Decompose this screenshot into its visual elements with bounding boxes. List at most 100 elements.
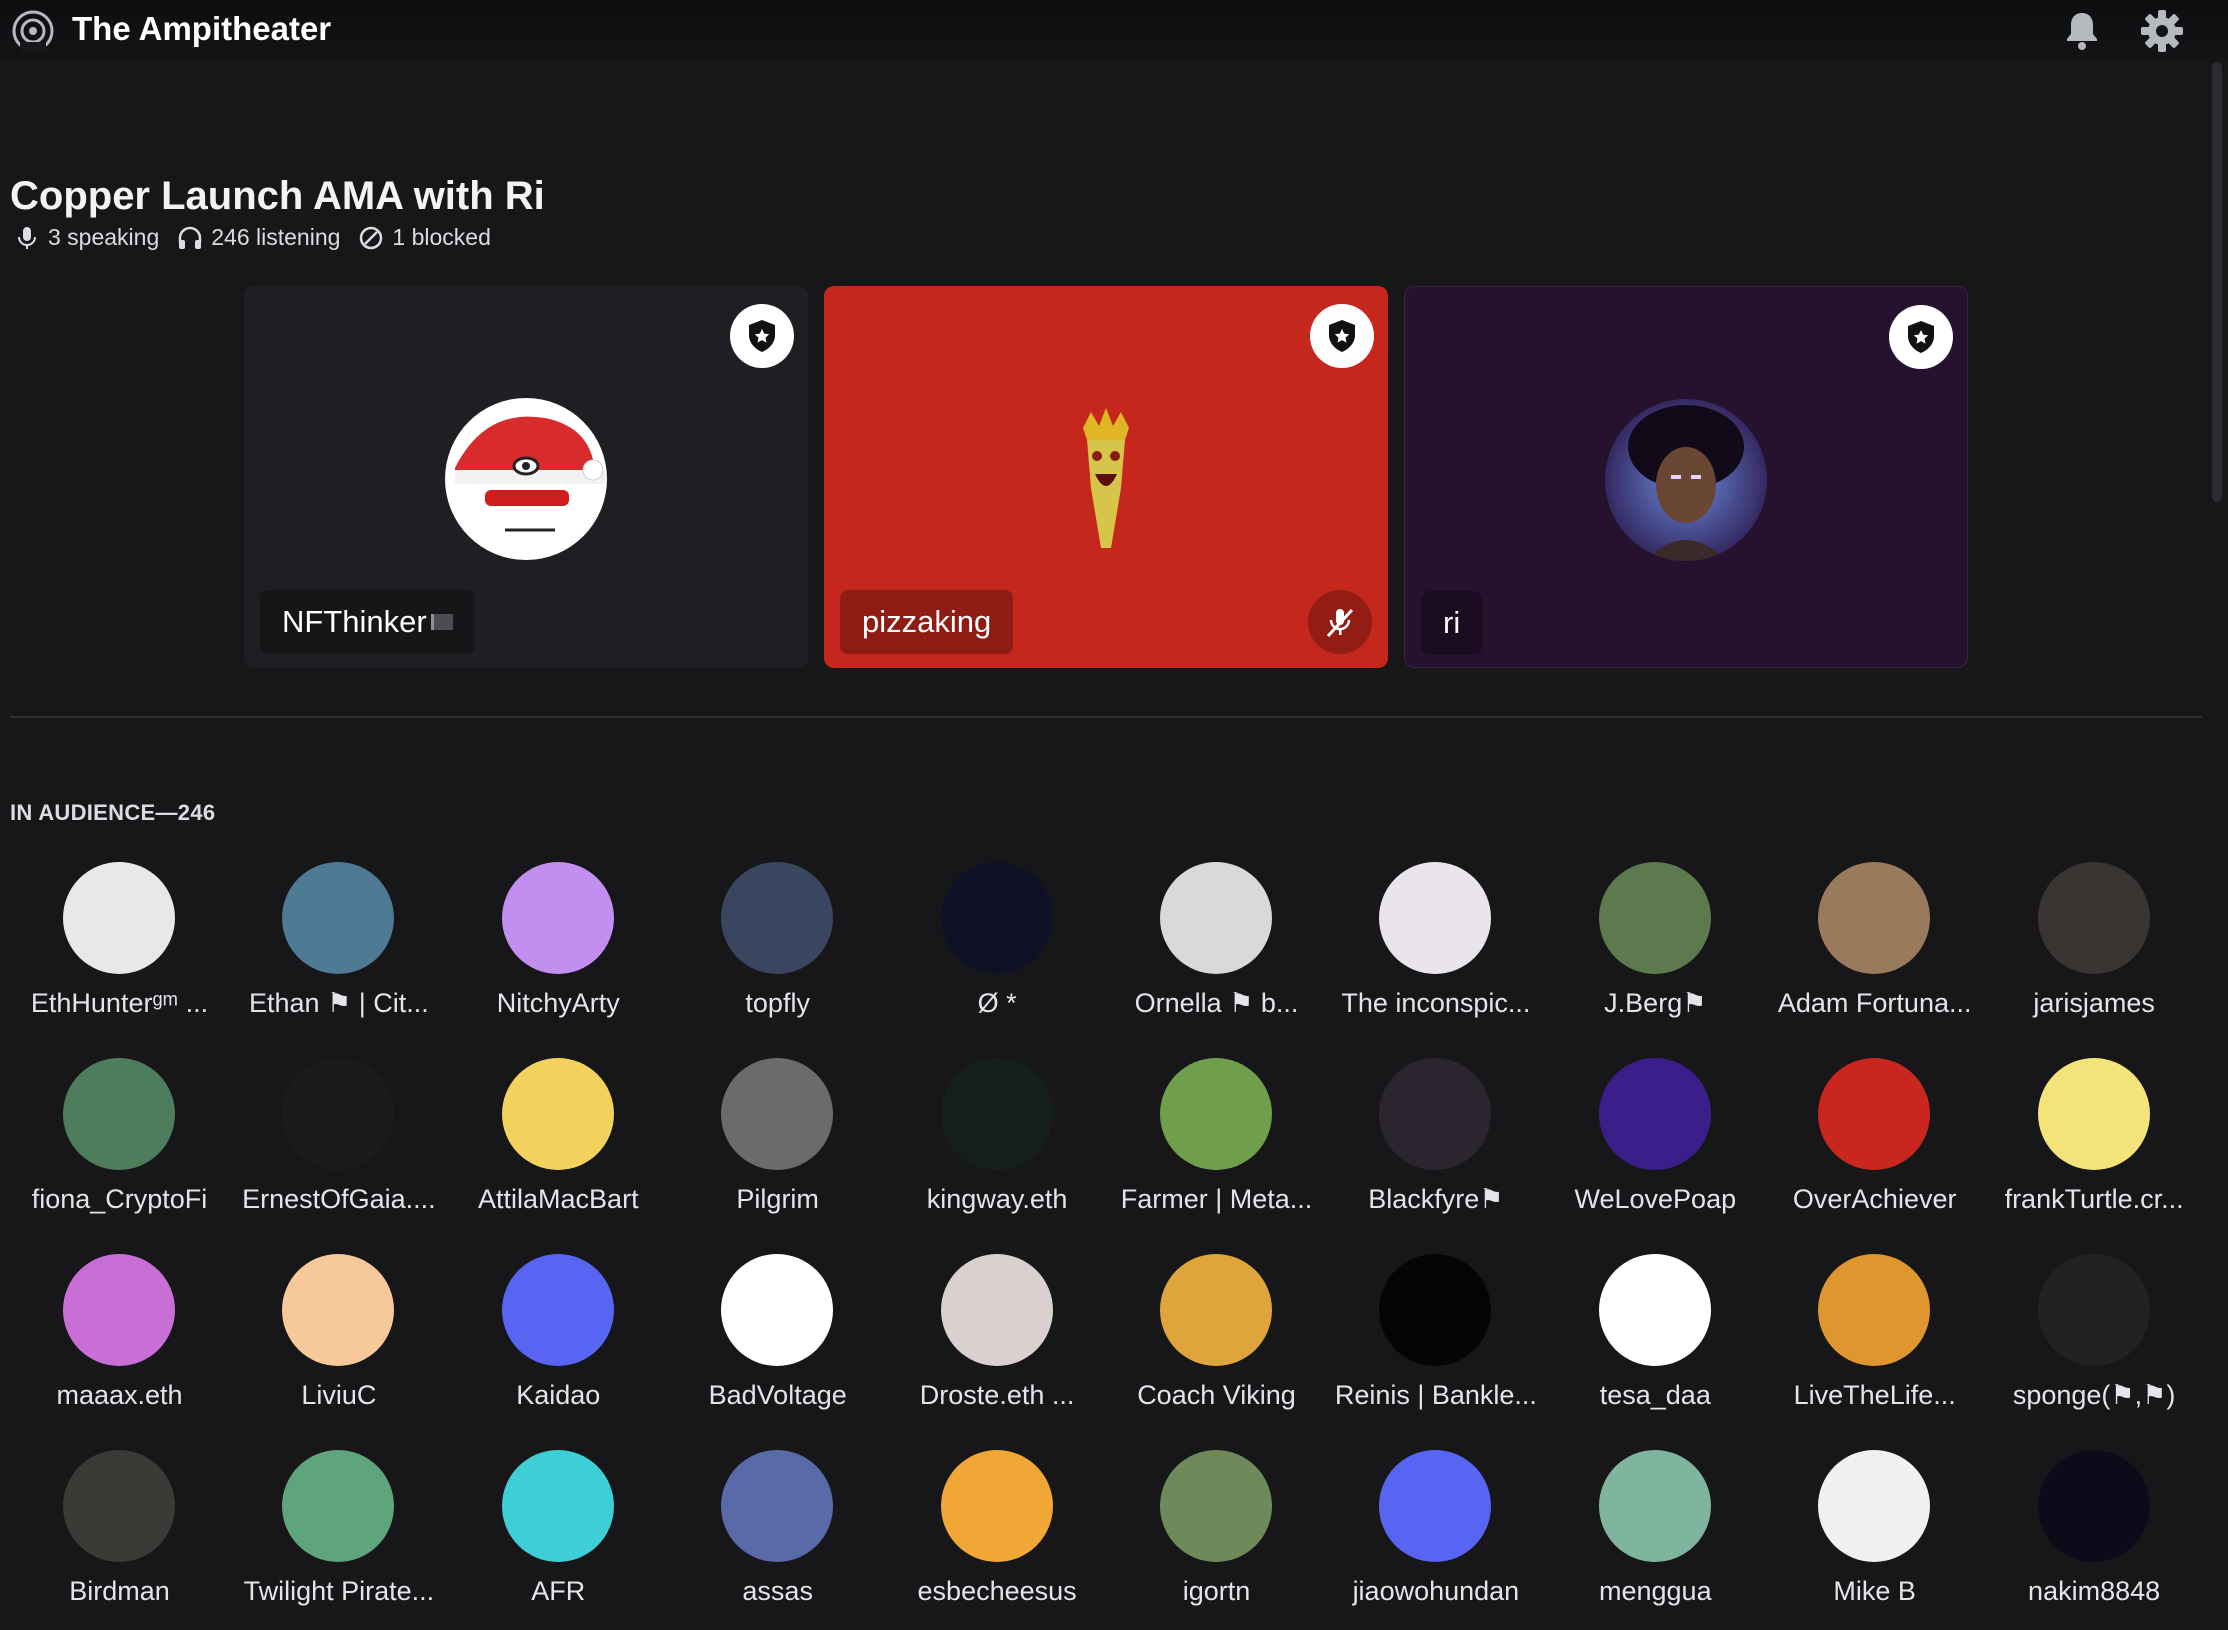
audience-member[interactable]: ErnestOfGaia.... (229, 1054, 448, 1244)
member-avatar[interactable] (63, 862, 175, 974)
member-avatar[interactable] (2037, 1254, 2150, 1366)
member-avatar[interactable] (940, 1058, 1053, 1170)
audience-member[interactable]: Ethan ⚑ | Cit... (229, 858, 448, 1048)
speaker-avatar[interactable] (1605, 399, 1767, 561)
audience-member[interactable]: NitchyArty (449, 858, 668, 1048)
member-avatar[interactable] (1598, 1254, 1711, 1366)
member-avatar[interactable] (282, 1058, 395, 1170)
member-avatar[interactable] (2037, 1450, 2150, 1562)
member-avatar[interactable] (63, 1058, 175, 1170)
audience-member[interactable]: Kaidao (449, 1250, 668, 1440)
member-avatar[interactable] (1379, 1254, 1492, 1366)
speaker-card[interactable]: ri (1404, 286, 1968, 668)
member-avatar[interactable] (1160, 862, 1272, 974)
member-name: fiona_CryptoFi (31, 1184, 208, 1214)
audience-member[interactable]: jarisjames (1985, 858, 2204, 1048)
audience-member[interactable]: Reinis | Bankle... (1326, 1250, 1545, 1440)
audience-member[interactable]: Ø * (888, 858, 1107, 1048)
member-avatar[interactable] (721, 1450, 834, 1562)
speaker-card[interactable]: pizzaking (824, 286, 1388, 668)
member-avatar[interactable] (721, 1254, 834, 1366)
member-avatar[interactable] (501, 1058, 614, 1170)
speaker-card[interactable]: NFThinker (244, 286, 808, 668)
member-avatar[interactable] (1818, 1254, 1931, 1366)
audience-member[interactable]: maaax.eth (10, 1250, 229, 1440)
member-avatar[interactable] (721, 862, 834, 974)
audience-member[interactable]: kingway.eth (888, 1054, 1107, 1244)
speaker-avatar[interactable] (1025, 398, 1187, 560)
audience-member[interactable]: sponge(⚑,⚑) (1985, 1250, 2204, 1440)
audience-member[interactable]: Ornella ⚑ b... (1107, 858, 1326, 1048)
member-avatar[interactable] (1379, 1058, 1492, 1170)
audience-member[interactable]: J.Berg⚑ (1546, 858, 1765, 1048)
member-avatar[interactable] (721, 1058, 834, 1170)
audience-member[interactable]: Droste.eth ... (888, 1250, 1107, 1440)
audience-member[interactable]: jiaowohundan (1326, 1446, 1545, 1630)
member-avatar[interactable] (1818, 862, 1931, 974)
audience-member[interactable]: assas (668, 1446, 887, 1630)
member-avatar[interactable] (1818, 1450, 1931, 1562)
member-avatar[interactable] (282, 1254, 395, 1366)
member-name: frankTurtle.cr... (2004, 1184, 2184, 1214)
speaker-avatar[interactable] (445, 398, 607, 560)
member-avatar[interactable] (940, 1450, 1053, 1562)
member-avatar[interactable] (1818, 1058, 1931, 1170)
audience-header: IN AUDIENCE—246 (10, 800, 216, 825)
audience-member[interactable]: fiona_CryptoFi (10, 1054, 229, 1244)
member-avatar[interactable] (1160, 1450, 1272, 1562)
member-avatar[interactable] (63, 1254, 175, 1366)
member-name: AttilaMacBart (478, 1184, 639, 1214)
audience-member[interactable]: frankTurtle.cr... (1985, 1054, 2204, 1244)
gear-icon[interactable] (2139, 8, 2185, 54)
speaker-name: pizzaking (840, 590, 1014, 654)
member-avatar[interactable] (1598, 862, 1711, 974)
audience-member[interactable]: BadVoltage (668, 1250, 887, 1440)
member-avatar[interactable] (1379, 862, 1492, 974)
audience-member[interactable]: menggua (1546, 1446, 1765, 1630)
audience-member[interactable]: Twilight Pirate... (229, 1446, 448, 1630)
audience-member[interactable]: Farmer | Meta... (1107, 1054, 1326, 1244)
member-name: Birdman (69, 1576, 170, 1606)
member-avatar[interactable] (501, 1450, 614, 1562)
audience-member[interactable]: AFR (449, 1446, 668, 1630)
scrollbar[interactable] (2212, 62, 2222, 502)
audience-member[interactable]: OverAchiever (1765, 1054, 1984, 1244)
audience-member[interactable]: LiviuC (229, 1250, 448, 1440)
member-avatar[interactable] (63, 1450, 175, 1562)
member-avatar[interactable] (501, 862, 614, 974)
audience-member[interactable]: tesa_daa (1546, 1250, 1765, 1440)
member-avatar[interactable] (1598, 1058, 1711, 1170)
audience-member[interactable]: topfly (668, 858, 887, 1048)
member-name: menggua (1599, 1576, 1712, 1606)
member-avatar[interactable] (501, 1254, 614, 1366)
audience-member[interactable]: AttilaMacBart (449, 1054, 668, 1244)
member-avatar[interactable] (1379, 1450, 1492, 1562)
audience-member[interactable]: Birdman (10, 1446, 229, 1630)
audience-member[interactable]: WeLovePoap (1546, 1054, 1765, 1244)
blocked-icon (360, 226, 383, 249)
audience-member[interactable]: igortn (1107, 1446, 1326, 1630)
speaking-count: 3 speaking (14, 224, 159, 251)
member-avatar[interactable] (2037, 1058, 2150, 1170)
stage-title: Copper Launch AMA with Ri (10, 174, 545, 218)
audience-member[interactable]: Adam Fortuna... (1765, 858, 1984, 1048)
audience-member[interactable]: esbecheesus (888, 1446, 1107, 1630)
audience-member[interactable]: EthHunterᵍᵐ ... (10, 858, 229, 1048)
member-avatar[interactable] (282, 862, 395, 974)
member-avatar[interactable] (1160, 1058, 1272, 1170)
member-avatar[interactable] (940, 1254, 1053, 1366)
audience-member[interactable]: Coach Viking (1107, 1250, 1326, 1440)
member-avatar[interactable] (1160, 1254, 1272, 1366)
audience-member[interactable]: Pilgrim (668, 1054, 887, 1244)
member-avatar[interactable] (2037, 862, 2150, 974)
bell-icon[interactable] (2060, 8, 2104, 52)
audience-member[interactable]: Blackfyre⚑ (1326, 1054, 1545, 1244)
member-avatar[interactable] (940, 862, 1053, 974)
member-avatar[interactable] (282, 1450, 395, 1562)
audience-member[interactable]: LiveTheLife... (1765, 1250, 1984, 1440)
member-avatar[interactable] (1598, 1450, 1711, 1562)
microphone-muted-icon (1326, 608, 1354, 638)
audience-member[interactable]: The inconspic... (1326, 858, 1545, 1048)
audience-member[interactable]: nakim8848 (1985, 1446, 2204, 1630)
audience-member[interactable]: Mike B (1765, 1446, 1984, 1630)
